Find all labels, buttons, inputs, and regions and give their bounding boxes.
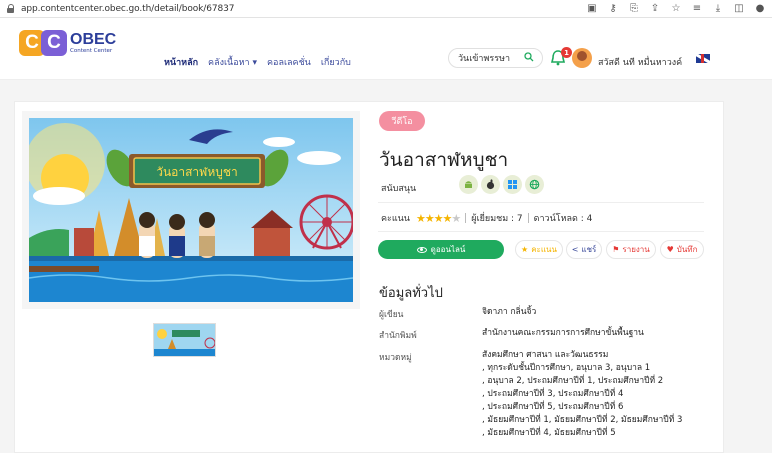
obec-logo[interactable]: CC OBEC Content Center bbox=[19, 27, 116, 59]
category-line: , ประถมศึกษาปีที่ 5, ประถมศึกษาปีที่ 6 bbox=[482, 402, 624, 412]
rating-stars: ★★★★★ bbox=[415, 211, 461, 225]
flag-icon: ⚑ bbox=[612, 245, 620, 254]
star-icon: ★ bbox=[521, 245, 529, 254]
logo-sub: Content Center bbox=[70, 47, 113, 54]
menu-item-home[interactable]: หน้าหลัก bbox=[164, 55, 198, 69]
web-icon bbox=[525, 175, 544, 194]
avatar[interactable] bbox=[572, 48, 592, 68]
viewers-count: ผู้เยี่ยมชม : 7 bbox=[471, 214, 523, 224]
share-icon: < bbox=[571, 245, 579, 254]
support-label: สนับสนุน bbox=[381, 184, 417, 194]
windows-icon bbox=[503, 175, 522, 194]
bookmark-star-icon[interactable]: ☆ bbox=[670, 2, 682, 16]
android-icon bbox=[459, 175, 478, 194]
category-value: สังคมศึกษา ศาสนา และวัฒนธรรม , ทุกระดับช… bbox=[482, 349, 682, 440]
publisher-value: สำนักงานคณะกรรมการการศึกษาขั้นพื้นฐาน bbox=[482, 328, 644, 338]
translate-icon[interactable]: ⎘ bbox=[628, 2, 640, 16]
browser-toolbar: app.contentcenter.obec.go.th/detail/book… bbox=[0, 0, 772, 18]
lock-icon bbox=[7, 4, 15, 13]
rating-row: คะแนน ★★★★★ ผู้เยี่ยมชม : 7 ดาวน์โหลด : … bbox=[381, 211, 592, 225]
downloads-count: ดาวน์โหลด : 4 bbox=[533, 214, 593, 224]
category-line: , อนุบาล 2, ประถมศึกษาปีที่ 1, ประถมศึกษ… bbox=[482, 376, 664, 386]
publisher-label: สำนักพิมพ์ bbox=[379, 331, 417, 341]
report-button[interactable]: ⚑ รายงาน bbox=[606, 240, 656, 259]
watch-online-button[interactable]: ดูออนไลน์ bbox=[378, 240, 504, 259]
divider bbox=[378, 202, 704, 203]
author-value: จิดาภา กลิ่นจิ้ว bbox=[482, 307, 537, 317]
main-menu: หน้าหลัก คลังเนื้อหา ▾ คอลเลคชั่น เกี่ยว… bbox=[164, 55, 351, 69]
type-tag: วีดีโอ bbox=[379, 111, 425, 131]
page-title: วันอาสาฬหบูชา bbox=[379, 149, 509, 171]
uk-flag-icon[interactable] bbox=[696, 54, 710, 63]
menu-item-library[interactable]: คลังเนื้อหา ▾ bbox=[208, 55, 257, 69]
rating-label: คะแนน bbox=[381, 214, 410, 224]
search-input[interactable]: วันเข้าพรรษา bbox=[448, 48, 543, 68]
category-line: , ทุกระดับชั้นปีการศึกษา, อนุบาล 3, อนุบ… bbox=[482, 363, 651, 373]
key-icon[interactable]: ⚷ bbox=[607, 2, 619, 16]
search-icon[interactable] bbox=[524, 52, 534, 62]
address-bar[interactable]: app.contentcenter.obec.go.th/detail/book… bbox=[21, 4, 234, 14]
reading-list-icon[interactable]: ≡ bbox=[691, 2, 703, 16]
extension-icon[interactable]: ▣ bbox=[586, 2, 598, 16]
browser-actions: ▣ ⚷ ⎘ ⇪ ☆ ≡ ⤓ ◫ ● bbox=[586, 2, 766, 16]
category-label: หมวดหมู่ bbox=[379, 353, 412, 363]
notification-badge: 1 bbox=[561, 47, 572, 58]
category-line: สังคมศึกษา ศาสนา และวัฒนธรรม bbox=[482, 350, 609, 360]
menu-item-about[interactable]: เกี่ยวกับ bbox=[321, 55, 351, 69]
cover-sign-text: วันอาสาฬหบูชา bbox=[156, 165, 238, 180]
eye-icon bbox=[416, 246, 427, 253]
chevron-down-icon: ▾ bbox=[252, 58, 258, 68]
cover-thumbnail[interactable] bbox=[153, 323, 216, 357]
cover-image[interactable]: วันอาสาฬหบูชา bbox=[29, 118, 353, 302]
divider bbox=[378, 231, 704, 232]
category-line: , มัธยมศึกษาปีที่ 4, มัธยมศึกษาปีที่ 5 bbox=[482, 428, 616, 438]
author-label: ผู้เขียน bbox=[379, 310, 404, 320]
user-name[interactable]: สวัสดี นที หมื่นหาวงค์ bbox=[598, 55, 682, 69]
profile-icon[interactable]: ● bbox=[754, 2, 766, 16]
share-button[interactable]: < แชร์ bbox=[566, 240, 602, 259]
menu-item-collection[interactable]: คอลเลคชั่น bbox=[267, 55, 311, 69]
category-line: , ประถมศึกษาปีที่ 3, ประถมศึกษาปีที่ 4 bbox=[482, 389, 624, 399]
category-line: , มัธยมศึกษาปีที่ 1, มัธยมศึกษาปีที่ 2, … bbox=[482, 415, 683, 425]
logo-name: OBEC bbox=[70, 30, 117, 48]
download-icon[interactable]: ⤓ bbox=[712, 2, 724, 16]
apple-icon bbox=[481, 175, 500, 194]
heart-icon: ♥ bbox=[666, 245, 674, 254]
general-info-heading: ข้อมูลทั่วไป bbox=[379, 286, 443, 301]
save-button[interactable]: ♥ บันทึก bbox=[660, 240, 704, 259]
rate-button[interactable]: ★ คะแนน bbox=[515, 240, 563, 259]
share-icon[interactable]: ⇪ bbox=[649, 2, 661, 16]
sidebar-icon[interactable]: ◫ bbox=[733, 2, 745, 16]
